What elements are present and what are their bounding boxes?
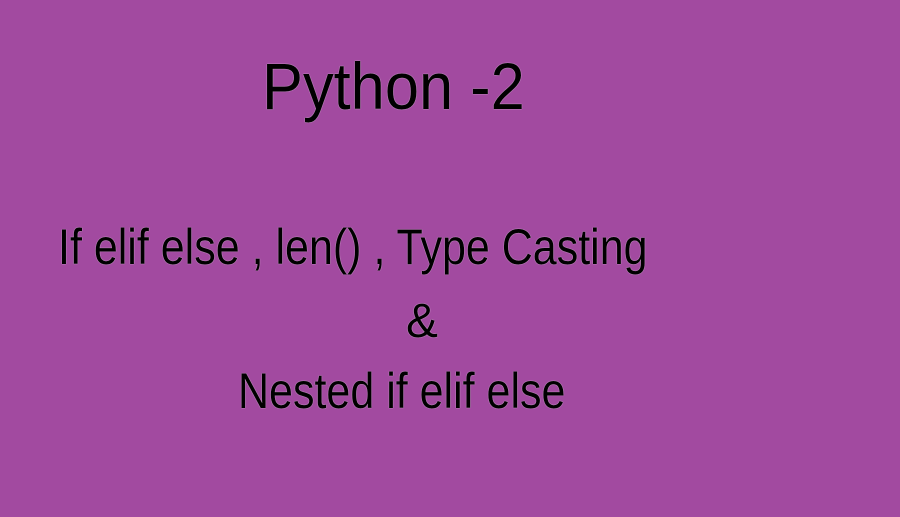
slide-title: Python -2: [262, 49, 525, 123]
subtitle-line-1: If elif else , len() , Type Casting: [58, 219, 648, 275]
ampersand: &: [406, 295, 439, 348]
subtitle-line-2: Nested if elif else: [238, 363, 566, 419]
